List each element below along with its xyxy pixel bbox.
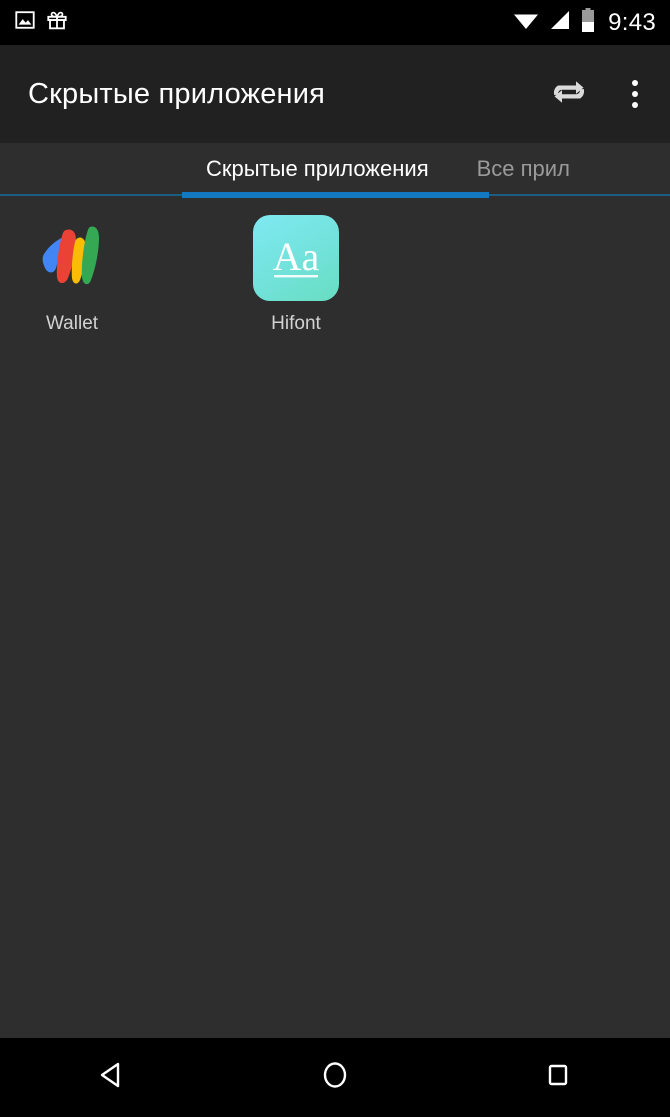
- overflow-dot-3: [632, 102, 638, 108]
- tab-bar: Скрытые приложения Все прил: [0, 143, 670, 199]
- back-button[interactable]: [57, 1038, 167, 1117]
- android-screen: 9:43 Скрытые приложения Скрытые приложен…: [0, 0, 670, 1117]
- status-bar-clock: 9:43: [608, 8, 656, 36]
- navigation-bar: [0, 1038, 670, 1117]
- hidden-apps-content: Wallet Aa Hifont: [0, 199, 670, 1038]
- status-bar: 9:43: [0, 0, 670, 45]
- gift-icon: [46, 9, 68, 36]
- google-wallet-icon: [32, 216, 112, 301]
- battery-icon: [581, 8, 595, 37]
- tab-hidden-apps[interactable]: Скрытые приложения: [182, 143, 453, 195]
- home-button[interactable]: [280, 1038, 390, 1117]
- photo-icon: [14, 9, 36, 36]
- hifont-icon: Aa: [253, 215, 339, 301]
- status-bar-notifications: [14, 9, 68, 36]
- app-icon-container: [29, 215, 115, 301]
- app-icon-container: Aa: [253, 215, 339, 301]
- tab-all-apps[interactable]: Все прил: [453, 143, 594, 195]
- overflow-dot-2: [632, 91, 638, 97]
- status-bar-system-icons: 9:43: [513, 8, 656, 37]
- app-bar-actions: [546, 71, 652, 117]
- wifi-icon: [513, 9, 539, 36]
- recents-square-icon: [541, 1058, 575, 1097]
- cellular-signal-icon: [548, 9, 572, 36]
- app-label: Wallet: [45, 313, 99, 334]
- overflow-menu-button[interactable]: [618, 71, 652, 117]
- tab-active-indicator: [182, 192, 489, 198]
- app-grid: Wallet Aa Hifont: [0, 199, 670, 335]
- back-triangle-icon: [95, 1058, 129, 1097]
- svg-text:Aa: Aa: [273, 234, 320, 279]
- overflow-dot-1: [632, 80, 638, 86]
- app-item-wallet[interactable]: Wallet: [16, 215, 128, 335]
- recents-button[interactable]: [503, 1038, 613, 1117]
- tab-strip: Скрытые приложения Все прил: [182, 143, 594, 195]
- repeat-button[interactable]: [546, 71, 592, 117]
- page-title: Скрытые приложения: [28, 77, 326, 110]
- home-circle-icon: [318, 1058, 352, 1097]
- app-bar: Скрытые приложения: [0, 45, 670, 143]
- app-label: Hifont: [271, 313, 321, 334]
- repeat-icon: [550, 75, 588, 114]
- app-item-hifont[interactable]: Aa Hifont: [240, 215, 352, 335]
